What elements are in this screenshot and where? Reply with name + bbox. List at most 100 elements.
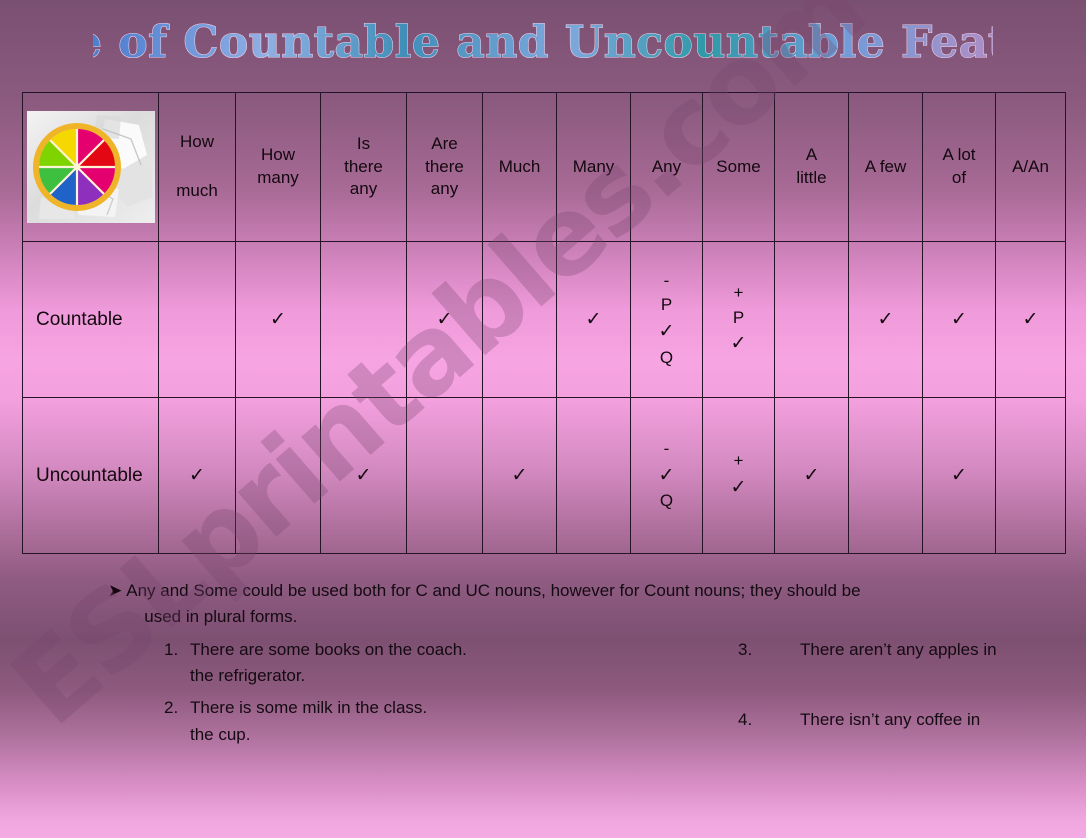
cell-stack-some: + P ✓ <box>703 281 774 358</box>
example-item: 3. There aren’t any apples in <box>738 637 1048 663</box>
example-text: There aren’t any apples in <box>800 639 997 659</box>
cell-countable-how-much <box>158 241 236 398</box>
sign-marker: - <box>663 439 670 459</box>
header-line-1: How <box>179 132 214 152</box>
cell-countable-a-little <box>774 241 849 398</box>
example-number: 2. <box>164 698 179 718</box>
cell-countable-are-there-any: ✓ <box>406 241 483 398</box>
page-title: Table of Countable and Uncountable Featu… <box>0 12 1086 74</box>
header-line-1: Much <box>498 156 541 176</box>
cell-countable-many: ✓ <box>556 241 631 398</box>
col-header-a-an: A/An <box>995 92 1066 242</box>
table-row-countable: Countable ✓ ✓ ✓ - P ✓ Q + P ✓ ✓ ✓ ✓ <box>22 241 1066 398</box>
cell-countable-a-lot-of: ✓ <box>922 241 996 398</box>
example-item: 1. There are some books on the coach. th… <box>164 637 648 690</box>
example-text: There are some books on the coach. <box>190 639 467 659</box>
example-number: 4. <box>738 710 753 730</box>
header-line-3: any <box>349 179 378 199</box>
sign-marker: - <box>663 270 670 290</box>
col-header-how-much: How much <box>158 92 236 242</box>
col-header-a-few: A few <box>848 92 923 242</box>
header-line-1: Any <box>651 156 682 176</box>
note-bullet: ➤ Any and Some could be used both for C … <box>108 578 1058 631</box>
tick-mark: ✓ <box>270 308 286 330</box>
row-label-uncountable: Uncountable <box>22 397 159 554</box>
note-line-1: Any and Some could be used both for C an… <box>126 581 861 600</box>
question-tag: Q <box>659 491 674 511</box>
example-body: There is some milk in the class. the cup… <box>190 695 427 748</box>
tick-mark: ✓ <box>436 308 453 330</box>
col-header-many: Many <box>556 92 631 242</box>
header-line-1: A few <box>864 156 907 176</box>
tick-mark: ✓ <box>951 464 967 486</box>
cell-countable-is-there-any <box>320 241 407 398</box>
example-text: There is some milk in the class. <box>190 698 428 718</box>
header-line-2: much <box>176 181 218 200</box>
header-line-2: there <box>344 156 383 176</box>
header-line-1: A/An <box>1012 156 1049 176</box>
slide-canvas: ESLprintables.com Table of Countable and… <box>0 0 1086 838</box>
table-row-uncountable: Uncountable ✓ ✓ ✓ - ✓ Q + ✓ ✓ ✓ <box>22 397 1066 554</box>
header-line-1: Many <box>572 156 615 176</box>
header-line-1: How <box>260 145 295 165</box>
cell-uncountable-how-many <box>235 397 321 554</box>
table-header-row: How much How many Is there any Are there… <box>22 92 1066 242</box>
col-header-much: Much <box>482 92 557 242</box>
col-header-a-lot-of: A lot of <box>922 92 996 242</box>
col-header-any: Any <box>630 92 703 242</box>
tick-mark: ✓ <box>511 464 528 486</box>
table-corner-image-cell <box>22 92 159 242</box>
sign-marker: + <box>733 451 744 471</box>
cell-countable-a-an: ✓ <box>995 241 1066 398</box>
tick-mark: ✓ <box>877 308 894 330</box>
example-text: There isn’t any coffee in <box>800 710 981 730</box>
header-line-1: Some <box>716 156 761 176</box>
cell-countable-some: + P ✓ <box>702 241 775 398</box>
tick-mark: ✓ <box>355 464 372 486</box>
arrow-bullet-icon: ➤ <box>108 581 123 600</box>
example-body: There aren’t any apples in <box>800 637 997 663</box>
example-continuation: the cup. <box>190 724 251 744</box>
cell-stack-any: - ✓ Q <box>631 437 702 514</box>
tick-mark: ✓ <box>189 464 205 486</box>
cell-uncountable-many <box>556 397 631 554</box>
tick-mark: ✓ <box>803 464 820 486</box>
note-bullet-text: Any and Some could be used both for C an… <box>126 578 860 631</box>
header-line-1: A <box>805 145 818 165</box>
col-header-are-there-any: Are there any <box>406 92 483 242</box>
tick-mark: ✓ <box>730 477 747 499</box>
countable-uncountable-table: How much How many Is there any Are there… <box>22 92 1066 554</box>
header-line-1: Are <box>431 133 458 153</box>
cell-countable-how-many: ✓ <box>235 241 321 398</box>
tick-mark: ✓ <box>658 321 675 343</box>
col-header-how-many: How many <box>235 92 321 242</box>
tick-mark: ✓ <box>1022 308 1039 330</box>
cell-uncountable-much: ✓ <box>482 397 557 554</box>
cell-countable-any: - P ✓ Q <box>630 241 703 398</box>
col-header-a-little: A little <box>774 92 849 242</box>
question-tag: Q <box>659 347 674 367</box>
header-line-2: little <box>796 168 827 187</box>
cell-stack-some: + ✓ <box>703 449 774 501</box>
header-line-2: there <box>425 156 464 176</box>
cell-uncountable-a-an <box>995 397 1066 554</box>
header-line-3: any <box>430 179 459 199</box>
sign-marker: + <box>733 283 744 303</box>
title-wordart: Table of Countable and Uncountable Featu… <box>93 16 993 68</box>
col-header-some: Some <box>702 92 775 242</box>
example-body: There are some books on the coach. the r… <box>190 637 467 690</box>
tick-mark: ✓ <box>951 308 967 330</box>
cell-uncountable-how-much: ✓ <box>158 397 236 554</box>
header-line-2: of <box>951 168 967 187</box>
header-line-1: A lot <box>942 145 976 165</box>
citrus-ice-photo <box>26 111 155 223</box>
examples-column-left: 1. There are some books on the coach. th… <box>108 637 648 754</box>
cell-uncountable-a-little: ✓ <box>774 397 849 554</box>
examples-column-right: 3. There aren’t any apples in 4. There i… <box>648 637 1048 754</box>
cell-uncountable-is-there-any: ✓ <box>320 397 407 554</box>
example-continuation: the refrigerator. <box>190 666 306 686</box>
example-number: 1. <box>164 639 179 659</box>
cell-uncountable-any: - ✓ Q <box>630 397 703 554</box>
cell-uncountable-some: + ✓ <box>702 397 775 554</box>
notes-block: ➤ Any and Some could be used both for C … <box>108 578 1058 754</box>
